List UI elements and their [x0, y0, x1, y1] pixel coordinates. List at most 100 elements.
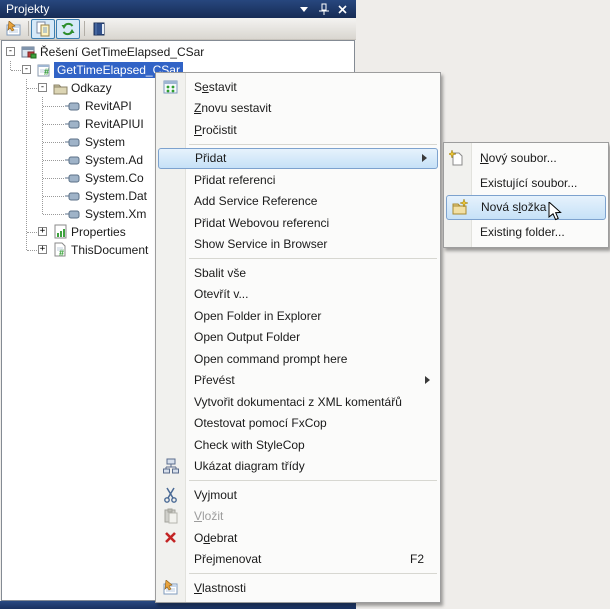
svg-text:#: #: [59, 248, 64, 258]
menu-separator: [189, 573, 437, 574]
build-icon: [163, 79, 179, 95]
tree-row-solution[interactable]: - Řešení GetTimeElapsed_CSar: [2, 43, 354, 61]
expander-icon[interactable]: -: [38, 83, 47, 92]
panel-titlebar[interactable]: Projekty: [0, 0, 356, 18]
show-all-files-button[interactable]: [31, 19, 55, 39]
paste-icon: [163, 508, 179, 524]
show-all-files-icon: [35, 21, 51, 37]
submenu-arrow-icon: [425, 376, 430, 385]
menu-item-build[interactable]: Sestavit: [156, 76, 440, 98]
window-menu-icon[interactable]: [298, 3, 310, 15]
class-diagram-icon: [163, 458, 179, 474]
new-file-icon: [449, 150, 465, 166]
submenu-item-new-file[interactable]: Nový soubor...: [444, 146, 608, 171]
add-submenu: Nový soubor... Existující soubor... Nová…: [443, 142, 609, 248]
menu-item-open-output-folder[interactable]: Open Output Folder: [156, 327, 440, 349]
menu-item-label: Převést: [194, 373, 235, 388]
menu-item-collapse-all[interactable]: Sbalit vše: [156, 262, 440, 284]
properties-icon: [6, 21, 22, 37]
close-icon[interactable]: [336, 3, 348, 15]
menu-item-label: Otevřít v...: [194, 287, 249, 302]
menu-item-clean[interactable]: Pročistit: [156, 119, 440, 141]
reference-icon: [65, 170, 81, 186]
refresh-button[interactable]: [56, 19, 80, 39]
context-menu: Sestavit Znovu sestavit Pročistit Přidat…: [155, 72, 441, 603]
menu-item-show-service-in-browser[interactable]: Show Service in Browser: [156, 234, 440, 256]
tree-item-label[interactable]: System.Ad: [82, 152, 146, 168]
properties-icon: [163, 579, 179, 596]
tree-item-label[interactable]: ThisDocument: [68, 242, 151, 258]
menu-separator: [189, 143, 437, 145]
references-folder-icon: [53, 80, 69, 96]
menu-item-check-with-stylecop[interactable]: Check with StyleCop: [156, 434, 440, 456]
menu-separator: [189, 480, 437, 481]
menu-item-open-in[interactable]: Otevřít v...: [156, 284, 440, 306]
tree-item-label[interactable]: RevitAPIUI: [82, 116, 147, 132]
menu-item-cut[interactable]: Vyjmout: [156, 484, 440, 506]
menu-item-create-xml-doc[interactable]: Vytvořit dokumentaci z XML komentářů: [156, 391, 440, 413]
menu-item-add-service-reference[interactable]: Add Service Reference: [156, 191, 440, 213]
panel-toolbar: [0, 18, 356, 40]
tree-item-label[interactable]: Řešení GetTimeElapsed_CSar: [37, 44, 207, 60]
menu-item-label: Přidat: [195, 151, 227, 166]
tree-item-label[interactable]: RevitAPI: [82, 98, 135, 114]
menu-item-label: Znovu sestavit: [194, 101, 272, 116]
expander-icon[interactable]: +: [38, 245, 47, 254]
svg-text:#: #: [44, 67, 49, 77]
tree-item-label[interactable]: Properties: [68, 224, 129, 240]
book-button[interactable]: [87, 19, 111, 39]
csharp-project-icon: #: [37, 62, 53, 78]
tree-item-label[interactable]: System.Co: [82, 170, 147, 186]
book-icon: [91, 21, 107, 37]
menu-item-label: Otestovat pomocí FxCop: [194, 416, 327, 431]
menu-item-shortcut: F2: [409, 552, 424, 567]
menu-item-label: Check with StyleCop: [194, 437, 305, 452]
menu-item-add[interactable]: Přidat: [158, 147, 438, 169]
menu-item-rename[interactable]: Přejmenovat F2: [156, 549, 440, 571]
menu-item-remove[interactable]: Odebrat: [156, 527, 440, 549]
submenu-item-existing-folder[interactable]: Existing folder...: [444, 220, 608, 245]
expander-icon[interactable]: +: [38, 227, 47, 236]
menu-item-label: Pročistit: [194, 122, 237, 137]
menu-item-open-command-prompt[interactable]: Open command prompt here: [156, 348, 440, 370]
menu-item-view-class-diagram[interactable]: Ukázat diagram třídy: [156, 456, 440, 478]
reference-icon: [65, 206, 81, 222]
menu-item-add-reference[interactable]: Přidat referenci: [156, 169, 440, 191]
csharp-file-icon: #: [53, 242, 69, 258]
submenu-item-new-folder[interactable]: Nová složka: [446, 195, 606, 220]
menu-item-label: Existující soubor...: [480, 175, 578, 190]
pin-icon[interactable]: [317, 3, 329, 15]
toolbar-separator: [84, 21, 85, 36]
menu-item-convert[interactable]: Převést: [156, 370, 440, 392]
menu-item-label: Open command prompt here: [194, 351, 348, 366]
expander-icon[interactable]: -: [22, 65, 31, 74]
menu-item-label: Add Service Reference: [194, 194, 318, 209]
menu-item-label: Open Output Folder: [194, 330, 301, 345]
menu-item-properties[interactable]: Vlastnosti: [156, 577, 440, 599]
menu-item-label: Přidat referenci: [194, 172, 276, 187]
reference-icon: [65, 116, 81, 132]
new-folder-icon: [452, 199, 468, 215]
menu-item-label: Show Service in Browser: [194, 237, 328, 252]
tree-item-label[interactable]: Odkazy: [68, 80, 115, 96]
delete-icon: [163, 530, 179, 546]
expander-icon[interactable]: -: [6, 47, 15, 56]
properties-node-icon: [53, 224, 69, 240]
properties-button[interactable]: [2, 19, 26, 39]
tree-item-label[interactable]: System.Xm: [82, 206, 149, 222]
submenu-item-existing-file[interactable]: Existující soubor...: [444, 171, 608, 196]
menu-item-paste: Vložit: [156, 506, 440, 528]
refresh-icon: [60, 21, 76, 37]
menu-item-open-folder-in-explorer[interactable]: Open Folder in Explorer: [156, 305, 440, 327]
menu-item-test-with-fxcop[interactable]: Otestovat pomocí FxCop: [156, 413, 440, 435]
tree-item-label[interactable]: System: [82, 134, 128, 150]
tree-item-label[interactable]: System.Dat: [82, 188, 150, 204]
reference-icon: [65, 134, 81, 150]
reference-icon: [65, 152, 81, 168]
menu-item-add-web-reference[interactable]: Přidat Webovou referenci: [156, 212, 440, 234]
reference-icon: [65, 188, 81, 204]
cut-icon: [163, 487, 179, 503]
menu-item-rebuild[interactable]: Znovu sestavit: [156, 98, 440, 120]
panel-title: Projekty: [6, 2, 50, 16]
menu-item-label: Sbalit vše: [194, 265, 247, 280]
